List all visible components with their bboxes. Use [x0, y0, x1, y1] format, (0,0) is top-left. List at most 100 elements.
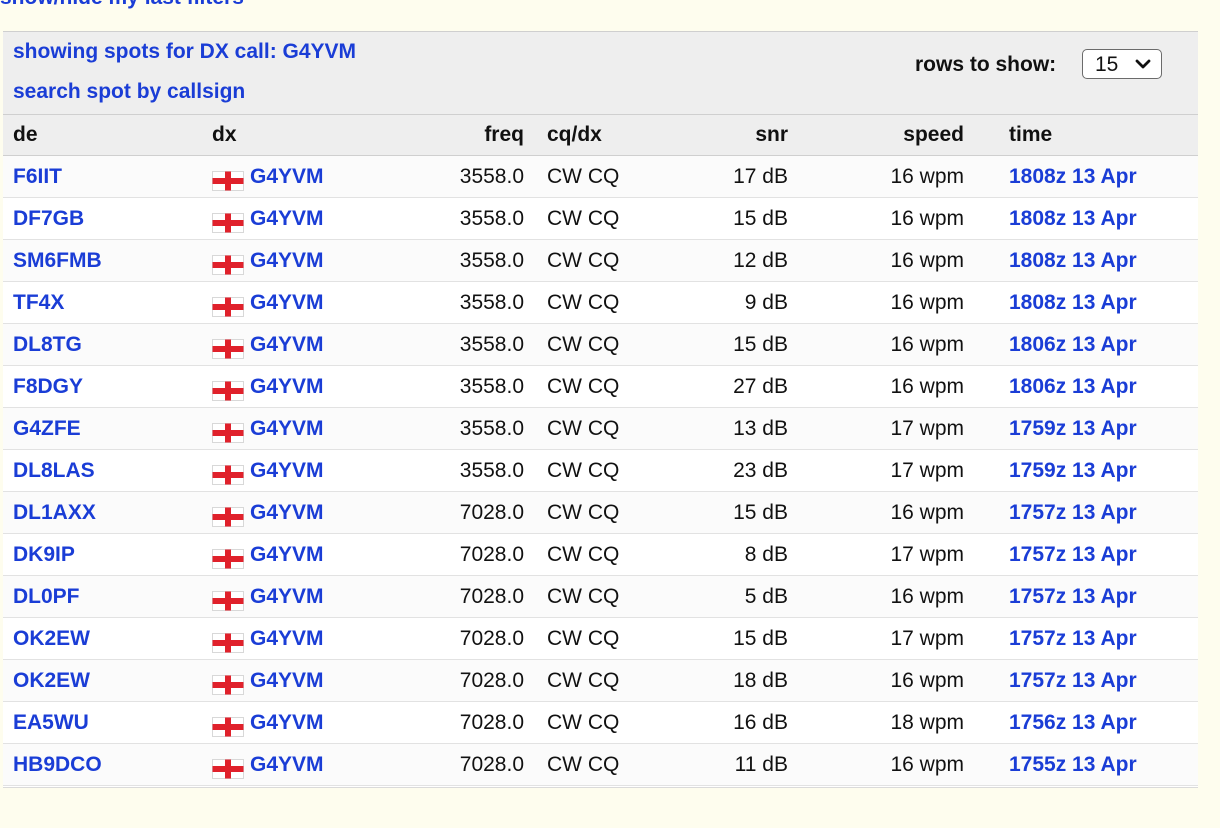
spotter-callsign-link[interactable]: DL8LAS [13, 450, 95, 491]
dx-cell: G4YVM [212, 660, 324, 701]
spot-time-link[interactable]: 1757z 13 Apr [1009, 492, 1137, 533]
dx-callsign-link[interactable]: G4YVM [250, 366, 324, 407]
spotter-callsign-link[interactable]: DL0PF [13, 576, 80, 617]
dx-cell: G4YVM [212, 408, 324, 449]
speed-value: 17 wpm [890, 627, 964, 650]
snr-value: 12 dB [733, 249, 788, 272]
spot-time-link[interactable]: 1759z 13 Apr [1009, 408, 1137, 449]
snr-value: 27 dB [733, 375, 788, 398]
spot-time-link[interactable]: 1757z 13 Apr [1009, 534, 1137, 575]
dx-cell: G4YVM [212, 618, 324, 659]
frequency-value: 7028.0 [459, 627, 524, 650]
dx-callsign-link[interactable]: G4YVM [250, 450, 324, 491]
speed-value: 16 wpm [890, 501, 964, 524]
column-header-time: time [1009, 123, 1053, 146]
speed-value: 16 wpm [890, 291, 964, 314]
mode-value: CW CQ [547, 753, 620, 776]
column-header-de: de [13, 123, 38, 146]
mode-value: CW CQ [547, 165, 620, 188]
snr-value: 15 dB [733, 207, 788, 230]
spotter-callsign-link[interactable]: DK9IP [13, 534, 75, 575]
dx-callsign-link[interactable]: G4YVM [250, 324, 324, 365]
table-row: DL8LAS G4YVM 3558.0 CW CQ 23 dB 17 wpm 1… [3, 450, 1198, 492]
spotter-callsign-link[interactable]: F6IIT [13, 156, 62, 197]
spot-time-link[interactable]: 1757z 13 Apr [1009, 618, 1137, 659]
spot-time-link[interactable]: 1808z 13 Apr [1009, 240, 1137, 281]
spot-time-link[interactable]: 1757z 13 Apr [1009, 660, 1137, 701]
frequency-value: 7028.0 [459, 543, 524, 566]
dx-callsign-link[interactable]: G4YVM [250, 660, 324, 701]
table-row: DK9IP G4YVM 7028.0 CW CQ 8 dB 17 wpm 175… [3, 534, 1198, 576]
spot-time-link[interactable]: 1808z 13 Apr [1009, 156, 1137, 197]
spotter-callsign-link[interactable]: EA5WU [13, 702, 89, 743]
column-header-dx: dx [212, 123, 237, 146]
speed-value: 17 wpm [890, 417, 964, 440]
frequency-value: 3558.0 [459, 291, 524, 314]
dx-callsign-link[interactable]: G4YVM [250, 534, 324, 575]
spot-time-link[interactable]: 1759z 13 Apr [1009, 450, 1137, 491]
table-row: DL1AXX G4YVM 7028.0 CW CQ 15 dB 16 wpm 1… [3, 492, 1198, 534]
snr-value: 15 dB [733, 501, 788, 524]
speed-value: 16 wpm [890, 585, 964, 608]
dx-cell: G4YVM [212, 198, 324, 239]
speed-value: 17 wpm [890, 543, 964, 566]
mode-value: CW CQ [547, 333, 620, 356]
search-callsign-link[interactable]: search spot by callsign [13, 80, 245, 104]
spotter-callsign-link[interactable]: OK2EW [13, 618, 90, 659]
spotter-callsign-link[interactable]: DL8TG [13, 324, 82, 365]
dx-callsign-link[interactable]: G4YVM [250, 240, 324, 281]
mode-value: CW CQ [547, 627, 620, 650]
frequency-value: 7028.0 [459, 711, 524, 734]
snr-value: 17 dB [733, 165, 788, 188]
dx-callsign-link[interactable]: G4YVM [250, 702, 324, 743]
dx-callsign-link[interactable]: G4YVM [250, 492, 324, 533]
frequency-value: 3558.0 [459, 417, 524, 440]
dx-callsign-link[interactable]: G4YVM [250, 198, 324, 239]
mode-value: CW CQ [547, 417, 620, 440]
spot-time-link[interactable]: 1808z 13 Apr [1009, 198, 1137, 239]
table-row: DL0PF G4YVM 7028.0 CW CQ 5 dB 16 wpm 175… [3, 576, 1198, 618]
spot-time-link[interactable]: 1757z 13 Apr [1009, 576, 1137, 617]
spotter-callsign-link[interactable]: OK2EW [13, 660, 90, 701]
spotter-callsign-link[interactable]: G4ZFE [13, 408, 81, 449]
spot-time-link[interactable]: 1756z 13 Apr [1009, 702, 1137, 743]
dx-callsign-link[interactable]: G4YVM [250, 156, 324, 197]
toggle-filters-link[interactable]: show/hide my last filters [0, 0, 244, 10]
snr-value: 23 dB [733, 459, 788, 482]
mode-value: CW CQ [547, 375, 620, 398]
table-row: OK2EW G4YVM 7028.0 CW CQ 15 dB 17 wpm 17… [3, 618, 1198, 660]
dx-callsign-link[interactable]: G4YVM [250, 408, 324, 449]
spot-time-link[interactable]: 1808z 13 Apr [1009, 282, 1137, 323]
spot-time-link[interactable]: 1755z 13 Apr [1009, 744, 1137, 785]
spotter-callsign-link[interactable]: SM6FMB [13, 240, 102, 281]
spotter-callsign-link[interactable]: HB9DCO [13, 744, 102, 785]
table-row: F8DGY G4YVM 3558.0 CW CQ 27 dB 16 wpm 18… [3, 366, 1198, 408]
mode-value: CW CQ [547, 669, 620, 692]
frequency-value: 7028.0 [459, 501, 524, 524]
dx-callsign-link[interactable]: G4YVM [250, 282, 324, 323]
spot-time-link[interactable]: 1806z 13 Apr [1009, 324, 1137, 365]
rows-to-show-select[interactable]: 15 [1082, 49, 1162, 79]
dx-call-filter-link[interactable]: showing spots for DX call: G4YVM [13, 40, 356, 64]
spotter-callsign-link[interactable]: DF7GB [13, 198, 84, 239]
spotter-callsign-link[interactable]: TF4X [13, 282, 64, 323]
chevron-down-icon [1134, 55, 1152, 78]
snr-value: 8 dB [744, 543, 788, 566]
spotter-callsign-link[interactable]: F8DGY [13, 366, 83, 407]
dx-cell: G4YVM [212, 366, 324, 407]
dx-callsign-link[interactable]: G4YVM [250, 576, 324, 617]
frequency-value: 7028.0 [459, 753, 524, 776]
frequency-value: 3558.0 [459, 207, 524, 230]
dx-cell: G4YVM [212, 240, 324, 281]
speed-value: 18 wpm [890, 711, 964, 734]
dx-callsign-link[interactable]: G4YVM [250, 744, 324, 785]
dx-cell: G4YVM [212, 156, 324, 197]
snr-value: 16 dB [733, 711, 788, 734]
frequency-value: 3558.0 [459, 459, 524, 482]
spot-time-link[interactable]: 1806z 13 Apr [1009, 366, 1137, 407]
column-header-cqdx: cq/dx [547, 123, 602, 146]
spotter-callsign-link[interactable]: DL1AXX [13, 492, 96, 533]
dx-cell: G4YVM [212, 702, 324, 743]
snr-value: 5 dB [744, 585, 788, 608]
dx-callsign-link[interactable]: G4YVM [250, 618, 324, 659]
